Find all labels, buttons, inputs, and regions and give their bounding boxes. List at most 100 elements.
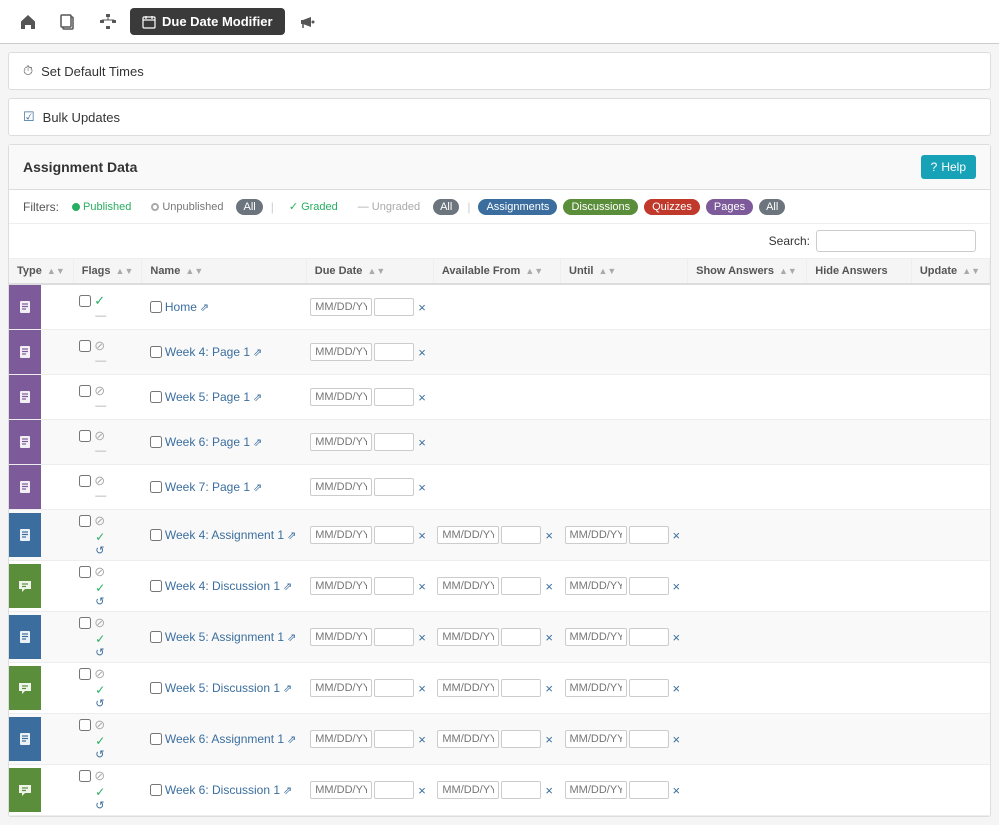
time-input[interactable] (374, 298, 414, 316)
clear-date-button[interactable]: × (416, 579, 428, 594)
date-input[interactable] (437, 679, 499, 697)
clear-date-button[interactable]: × (416, 528, 428, 543)
clear-date-button[interactable]: × (416, 435, 428, 450)
flags-checkbox[interactable] (79, 295, 91, 307)
unpublished-filter[interactable]: Unpublished (144, 199, 230, 215)
ungraded-filter[interactable]: — Ungraded (351, 199, 427, 215)
time-input[interactable] (629, 628, 669, 646)
clear-date-button[interactable]: × (671, 528, 683, 543)
row-checkbox[interactable] (150, 631, 162, 643)
time-input[interactable] (501, 730, 541, 748)
time-input[interactable] (501, 526, 541, 544)
time-input[interactable] (501, 679, 541, 697)
date-input[interactable] (310, 343, 372, 361)
clear-date-button[interactable]: × (416, 783, 428, 798)
time-input[interactable] (374, 628, 414, 646)
date-input[interactable] (437, 781, 499, 799)
flags-checkbox[interactable] (79, 566, 91, 578)
date-input[interactable] (310, 577, 372, 595)
clear-date-button[interactable]: × (416, 681, 428, 696)
flags-checkbox[interactable] (79, 515, 91, 527)
flags-checkbox[interactable] (79, 430, 91, 442)
clear-date-button[interactable]: × (416, 480, 428, 495)
time-input[interactable] (501, 781, 541, 799)
date-input[interactable] (310, 526, 372, 544)
date-input[interactable] (310, 781, 372, 799)
time-input[interactable] (374, 433, 414, 451)
graded-filter[interactable]: ✓ Graded (282, 198, 345, 215)
clear-date-button[interactable]: × (543, 783, 555, 798)
date-input[interactable] (437, 730, 499, 748)
clear-date-button[interactable]: × (671, 579, 683, 594)
quizzes-filter[interactable]: Quizzes (644, 199, 700, 215)
date-input[interactable] (310, 628, 372, 646)
clear-date-button[interactable]: × (671, 630, 683, 645)
time-input[interactable] (374, 577, 414, 595)
clear-date-button[interactable]: × (543, 579, 555, 594)
time-input[interactable] (501, 628, 541, 646)
clear-date-button[interactable]: × (543, 528, 555, 543)
row-checkbox[interactable] (150, 580, 162, 592)
flags-checkbox[interactable] (79, 617, 91, 629)
item-name-link[interactable]: Week 5: Discussion 1 (165, 681, 280, 695)
date-input[interactable] (310, 433, 372, 451)
date-input[interactable] (310, 298, 372, 316)
discussions-filter[interactable]: Discussions (563, 199, 638, 215)
home-nav-icon[interactable] (10, 4, 46, 40)
row-checkbox[interactable] (150, 346, 162, 358)
flags-checkbox[interactable] (79, 385, 91, 397)
item-name-link[interactable]: Week 6: Page 1 (165, 435, 250, 449)
item-name-link[interactable]: Week 6: Discussion 1 (165, 783, 280, 797)
date-input[interactable] (310, 478, 372, 496)
item-name-link[interactable]: Week 5: Assignment 1 (165, 630, 284, 644)
published-filter[interactable]: Published (65, 199, 138, 215)
date-input[interactable] (437, 628, 499, 646)
date-input[interactable] (310, 730, 372, 748)
clear-date-button[interactable]: × (671, 732, 683, 747)
clear-date-button[interactable]: × (416, 345, 428, 360)
item-name-link[interactable]: Week 4: Discussion 1 (165, 579, 280, 593)
row-checkbox[interactable] (150, 481, 162, 493)
flags-checkbox[interactable] (79, 668, 91, 680)
clear-date-button[interactable]: × (671, 681, 683, 696)
item-name-link[interactable]: Week 4: Assignment 1 (165, 528, 284, 542)
search-input[interactable] (816, 230, 976, 252)
date-input[interactable] (310, 388, 372, 406)
time-input[interactable] (374, 730, 414, 748)
date-input[interactable] (565, 730, 627, 748)
time-input[interactable] (374, 388, 414, 406)
date-input[interactable] (437, 526, 499, 544)
date-input[interactable] (565, 526, 627, 544)
set-default-times-header[interactable]: ⏱ Set Default Times (9, 53, 990, 89)
item-name-link[interactable]: Week 7: Page 1 (165, 480, 250, 494)
clear-date-button[interactable]: × (671, 783, 683, 798)
date-input[interactable] (565, 781, 627, 799)
row-checkbox[interactable] (150, 682, 162, 694)
time-input[interactable] (374, 679, 414, 697)
time-input[interactable] (501, 577, 541, 595)
time-input[interactable] (374, 343, 414, 361)
row-checkbox[interactable] (150, 529, 162, 541)
row-checkbox[interactable] (150, 784, 162, 796)
item-name-link[interactable]: Home (165, 300, 197, 314)
time-input[interactable] (629, 781, 669, 799)
time-input[interactable] (374, 526, 414, 544)
clear-date-button[interactable]: × (416, 630, 428, 645)
time-input[interactable] (374, 478, 414, 496)
date-input[interactable] (310, 679, 372, 697)
item-name-link[interactable]: Week 5: Page 1 (165, 390, 250, 404)
clear-date-button[interactable]: × (416, 390, 428, 405)
clear-date-button[interactable]: × (543, 732, 555, 747)
help-button[interactable]: ? Help (921, 155, 976, 179)
date-input[interactable] (565, 679, 627, 697)
row-checkbox[interactable] (150, 436, 162, 448)
row-checkbox[interactable] (150, 301, 162, 313)
time-input[interactable] (629, 679, 669, 697)
time-input[interactable] (629, 730, 669, 748)
time-input[interactable] (374, 781, 414, 799)
item-name-link[interactable]: Week 6: Assignment 1 (165, 732, 284, 746)
flags-checkbox[interactable] (79, 340, 91, 352)
clear-date-button[interactable]: × (543, 630, 555, 645)
row-checkbox[interactable] (150, 391, 162, 403)
item-name-link[interactable]: Week 4: Page 1 (165, 345, 250, 359)
